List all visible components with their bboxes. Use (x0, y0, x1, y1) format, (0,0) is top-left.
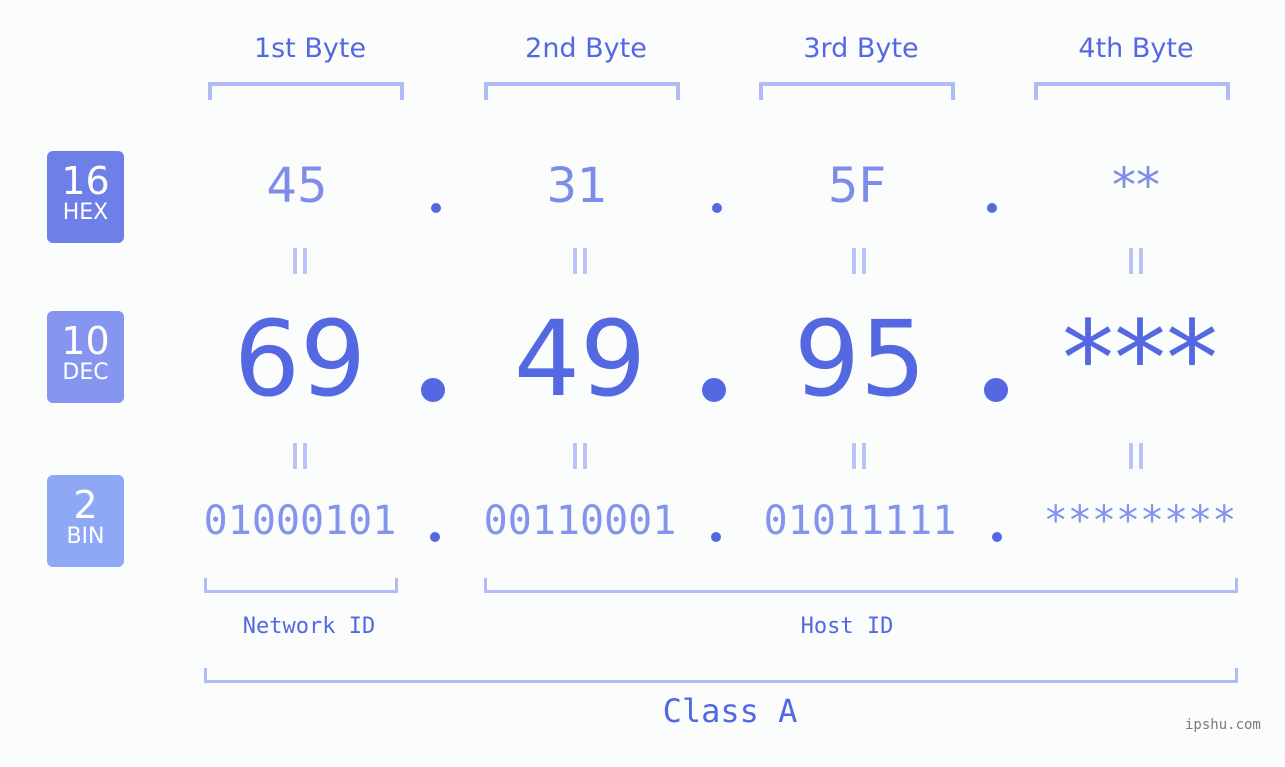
bin-separator-dot (992, 532, 1002, 542)
hex-byte-2: 31 (546, 158, 608, 214)
dec-separator-dot (702, 378, 726, 402)
bin-badge: 2 BIN (47, 475, 124, 567)
dec-separator-dot (984, 378, 1008, 402)
hex-separator-dot (431, 203, 441, 213)
equals-icon (573, 443, 587, 469)
byte-header-2: 2nd Byte (525, 33, 647, 64)
watermark: ipshu.com (1185, 717, 1261, 733)
bin-byte-1: 01000101 (203, 498, 397, 544)
class-label: Class A (662, 692, 798, 730)
hex-byte-4: ** (1112, 158, 1160, 214)
dec-byte-4: *** (1062, 298, 1218, 420)
network-id-label: Network ID (242, 614, 376, 639)
equals-icon (1129, 443, 1143, 469)
hex-badge-label: HEX (62, 200, 109, 225)
equals-icon (1129, 248, 1143, 274)
equals-icon (573, 248, 587, 274)
byte-bracket-1 (208, 82, 404, 100)
hex-separator-dot (712, 203, 722, 213)
byte-header-3: 3rd Byte (803, 33, 919, 64)
bin-badge-label: BIN (66, 524, 105, 549)
bin-byte-4: ******** (1043, 498, 1237, 544)
bin-byte-2: 00110001 (483, 498, 677, 544)
dec-badge: 10 DEC (47, 311, 124, 403)
bin-byte-3: 01011111 (763, 498, 957, 544)
hex-badge-base: 16 (61, 159, 110, 203)
dec-separator-dot (421, 378, 445, 402)
byte-bracket-4 (1034, 82, 1230, 100)
dec-byte-1: 69 (233, 298, 367, 420)
dec-byte-2: 49 (513, 298, 647, 420)
host-id-label: Host ID (800, 614, 894, 639)
class-bracket (204, 668, 1238, 683)
network-id-bracket (204, 578, 398, 593)
byte-header-1: 1st Byte (253, 33, 367, 64)
dec-badge-label: DEC (62, 360, 109, 385)
bin-badge-base: 2 (73, 483, 98, 527)
equals-icon (852, 248, 866, 274)
host-id-bracket (484, 578, 1238, 593)
equals-icon (852, 443, 866, 469)
hex-badge: 16 HEX (47, 151, 124, 243)
hex-byte-1: 45 (266, 158, 328, 214)
byte-bracket-3 (759, 82, 955, 100)
bin-separator-dot (711, 532, 721, 542)
byte-bracket-2 (484, 82, 680, 100)
bin-separator-dot (430, 532, 440, 542)
dec-badge-base: 10 (61, 319, 110, 363)
equals-icon (293, 443, 307, 469)
hex-byte-3: 5F (827, 158, 887, 214)
equals-icon (293, 248, 307, 274)
byte-header-4: 4th Byte (1078, 33, 1194, 64)
dec-byte-3: 95 (793, 298, 927, 420)
hex-separator-dot (987, 203, 997, 213)
